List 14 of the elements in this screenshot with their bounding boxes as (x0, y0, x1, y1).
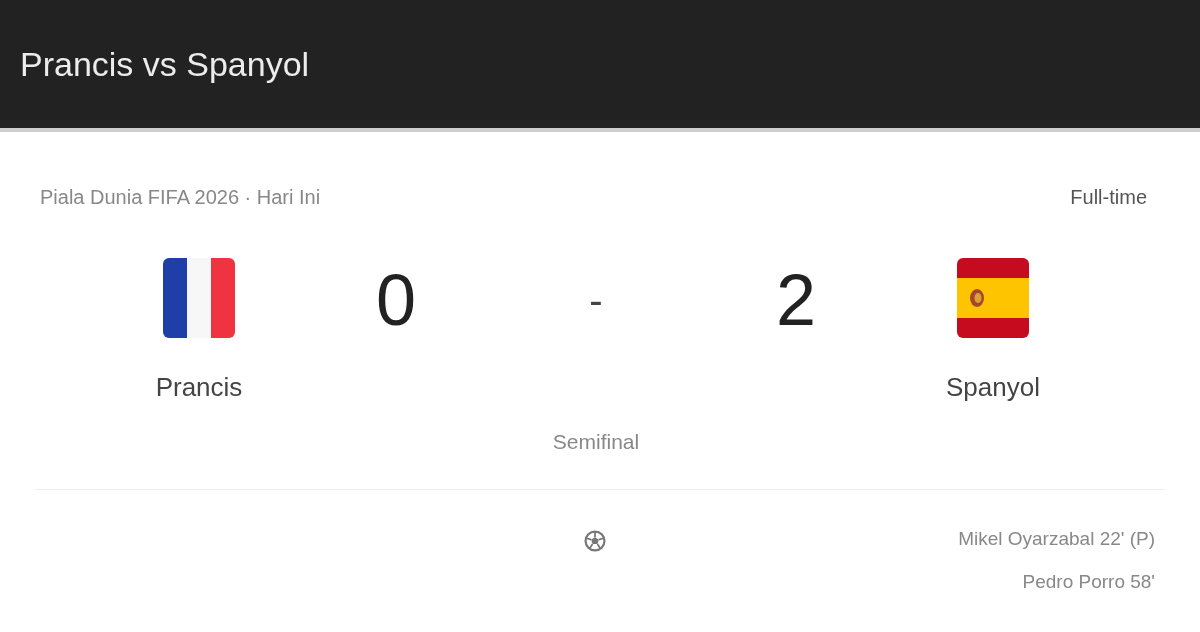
goal-scorer: Pedro Porro 58' (1022, 570, 1155, 594)
team-name: Spanyol (946, 372, 1040, 402)
flag-icon (163, 258, 235, 338)
flag-icon (957, 258, 1029, 338)
goal-scorer: Mikel Oyarzabal 22' (P) (958, 527, 1155, 551)
score: 0 (375, 260, 416, 340)
match-stage: Semifinal (552, 429, 640, 455)
soccer-ball-icon (584, 530, 606, 552)
competition-date-text: Piala Dunia FIFA 2026 · Hari Ini (40, 185, 321, 209)
page-title: Prancis vs Spanyol (20, 44, 310, 84)
match-status: Full-time (1070, 185, 1147, 209)
score: 2 (775, 260, 816, 340)
team-name: Prancis (155, 372, 243, 402)
score-separator: - (589, 277, 603, 324)
